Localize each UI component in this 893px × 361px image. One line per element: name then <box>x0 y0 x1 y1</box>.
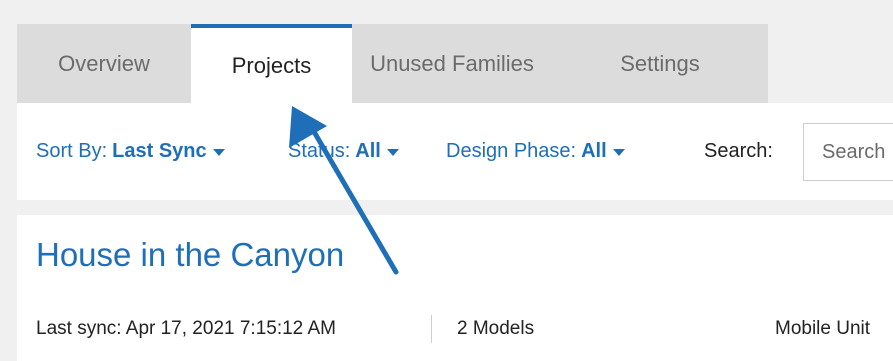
models-count: 2 Models <box>457 318 535 339</box>
project-title-link[interactable]: House in the Canyon <box>36 236 344 274</box>
sort-by-label: Sort By: <box>36 140 108 162</box>
search-label: Search: <box>704 140 773 162</box>
filter-bar: Sort By: Last Sync Status: All Design Ph… <box>17 103 893 200</box>
status-dropdown[interactable]: Status: All <box>288 140 399 163</box>
tab-bar: Overview Projects Unused Families Settin… <box>17 24 768 103</box>
status-label: Status: <box>288 140 351 162</box>
design-phase-dropdown[interactable]: Design Phase: All <box>446 140 625 163</box>
team-name: Mobile Unit <box>775 318 871 339</box>
tab-overview[interactable]: Overview <box>17 24 191 103</box>
tab-projects[interactable]: Projects <box>191 24 352 103</box>
design-phase-label: Design Phase: <box>446 140 577 162</box>
last-sync-text: Last sync: Apr 17, 2021 7:15:12 AM <box>36 318 336 339</box>
tab-unused-families[interactable]: Unused Families <box>352 24 552 103</box>
sort-by-dropdown[interactable]: Sort By: Last Sync <box>36 140 225 163</box>
search-input[interactable] <box>803 123 893 181</box>
project-card: House in the Canyon Last sync: Apr 17, 2… <box>17 215 893 361</box>
tab-settings[interactable]: Settings <box>552 24 768 103</box>
caret-down-icon <box>612 149 625 156</box>
design-phase-value: All <box>581 140 607 162</box>
meta-divider <box>431 315 432 343</box>
sort-by-value: Last Sync <box>112 140 207 162</box>
status-value: All <box>355 140 381 162</box>
caret-down-icon <box>386 149 399 156</box>
caret-down-icon <box>212 149 225 156</box>
